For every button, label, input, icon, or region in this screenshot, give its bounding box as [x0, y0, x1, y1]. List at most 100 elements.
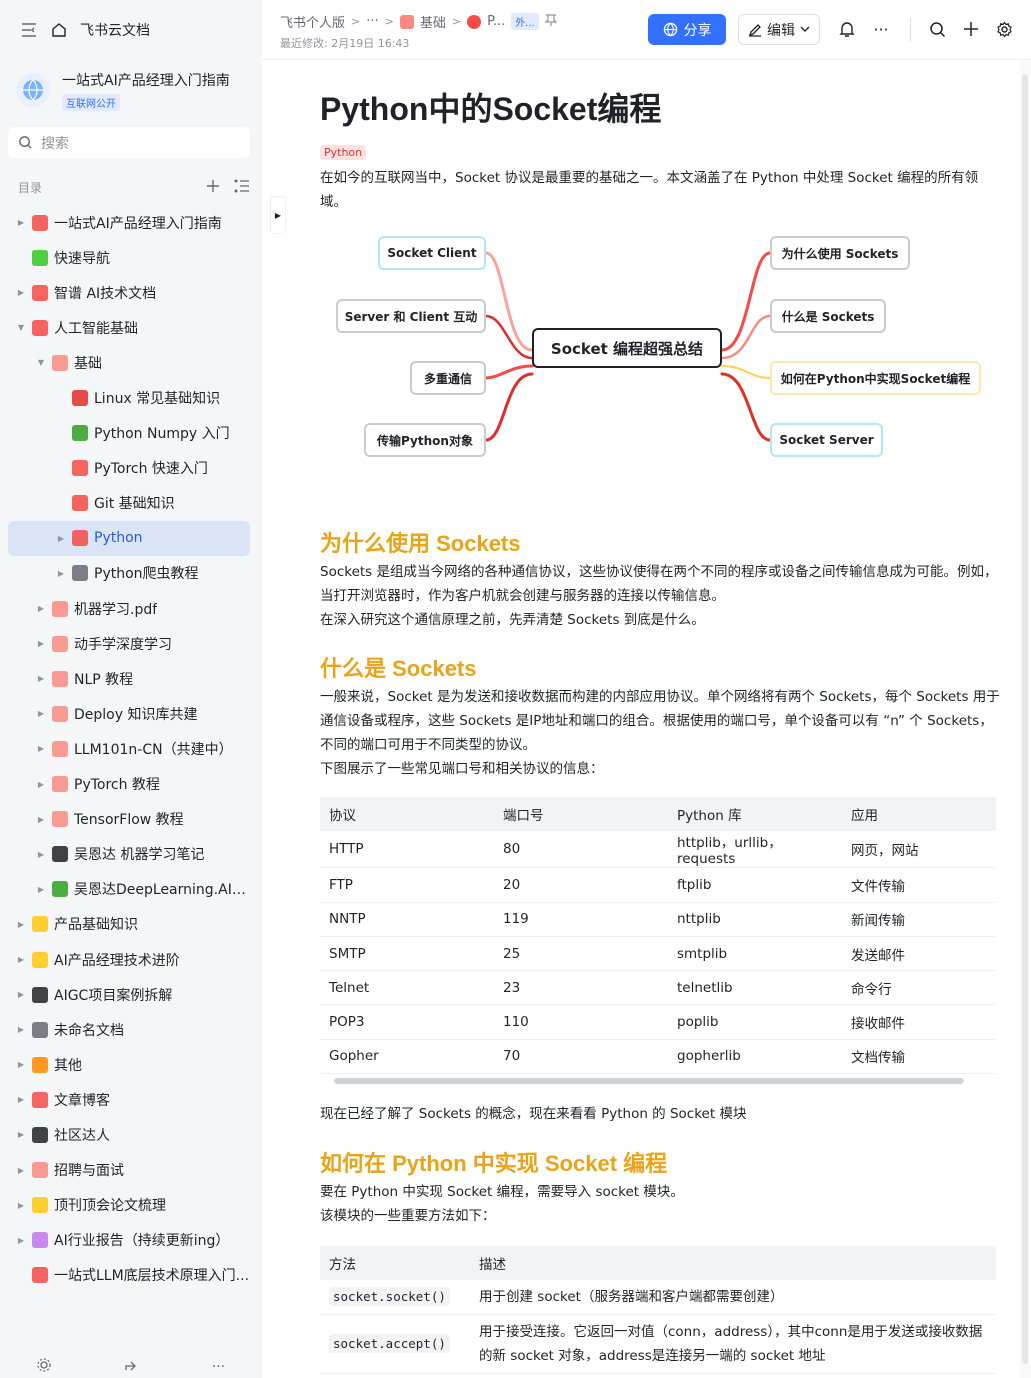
bell-icon[interactable]	[836, 18, 858, 40]
sidebar-item[interactable]: ▶ 社区达人	[8, 1117, 250, 1152]
chevron-down-icon[interactable]: ▼	[34, 358, 48, 367]
chevron-right-icon[interactable]: ▶	[34, 815, 48, 824]
sidebar-item[interactable]: Python Numpy 入门	[8, 416, 250, 451]
crumb-current[interactable]: P...	[487, 14, 505, 29]
expand-outline-button[interactable]: ▶	[270, 196, 286, 234]
sidebar-footer: ···	[0, 1356, 262, 1378]
list-options-icon[interactable]	[234, 179, 250, 196]
add-icon[interactable]	[960, 18, 982, 40]
crumb-more[interactable]: ···	[366, 14, 378, 29]
sidebar-item[interactable]: ▶ Deploy 知识库共建	[8, 696, 250, 731]
chevron-right-icon[interactable]: ▶	[34, 850, 48, 859]
sidebar-item[interactable]: ▶ AI行业报告（持续更新ing）	[8, 1223, 250, 1258]
sidebar-item-label: Linux 常见基础知识	[94, 391, 221, 408]
settings-icon[interactable]	[37, 1358, 51, 1376]
sidebar-item[interactable]: ▶ AIGC项目案例拆解	[8, 977, 250, 1012]
search-input[interactable]: 搜索	[8, 127, 250, 158]
sidebar-item[interactable]: ▶ Python	[8, 520, 250, 556]
sidebar-item[interactable]: ▶ 动手学深度学习	[8, 626, 250, 661]
chevron-right-icon[interactable]: ▶	[14, 1166, 28, 1175]
scrollbar-thumb[interactable]	[1022, 74, 1028, 1364]
sidebar-item[interactable]: ▶ 吴恩达DeepLearning.AI课...	[8, 872, 250, 907]
chevron-right-icon[interactable]: ▶	[34, 709, 48, 718]
mindmap-node[interactable]: 传输Python对象	[364, 423, 486, 457]
chevron-right-icon[interactable]: ▶	[14, 955, 28, 964]
chevron-right-icon[interactable]: ▶	[34, 639, 48, 648]
sidebar-item[interactable]: ▶ AI产品经理技术进阶	[8, 942, 250, 977]
scrollbar-thumb[interactable]	[334, 1078, 964, 1085]
sidebar-item[interactable]: ▶ 顶刊顶会论文梳理	[8, 1188, 250, 1223]
crumb-root[interactable]: 飞书个人版	[280, 12, 345, 31]
sidebar-item[interactable]: ▶ 一站式AI产品经理入门指南	[8, 205, 250, 240]
chevron-right-icon[interactable]: ▶	[54, 534, 68, 543]
mindmap-node[interactable]: Server 和 Client 互动	[336, 299, 486, 333]
home-label[interactable]: 飞书云文档	[80, 20, 150, 40]
sidebar-item[interactable]: ▶ 其他	[8, 1047, 250, 1082]
chevron-right-icon[interactable]: ▶	[14, 1025, 28, 1034]
chevron-right-icon[interactable]: ▶	[14, 1060, 28, 1069]
home-icon[interactable]	[50, 21, 68, 39]
sidebar-item[interactable]: Linux 常见基础知识	[8, 380, 250, 415]
mindmap-node[interactable]: 如何在Python中实现Socket编程	[770, 361, 981, 395]
page-scrollbar[interactable]	[1019, 60, 1031, 1378]
chevron-right-icon[interactable]: ▶	[14, 1095, 28, 1104]
chevron-right-icon[interactable]: ▶	[34, 674, 48, 683]
workspace-header[interactable]: 一站式AI产品经理入门指南 互联网公开	[16, 64, 250, 116]
chevron-down-icon[interactable]: ▼	[14, 323, 28, 332]
chevron-right-icon[interactable]: ▶	[14, 218, 28, 227]
chevron-right-icon[interactable]: ▶	[54, 569, 68, 578]
sidebar-item[interactable]: 快速导航	[8, 240, 250, 275]
settings-icon[interactable]	[993, 18, 1015, 40]
crumb-parent[interactable]: 基础	[420, 12, 446, 31]
doc-tag[interactable]: Python	[320, 145, 367, 160]
chevron-right-icon[interactable]: ▶	[14, 1236, 28, 1245]
sidebar-item[interactable]: ▶ Python爬虫教程	[8, 556, 250, 591]
sidebar-item[interactable]: ▶ LLM101n-CN（共建中）	[8, 731, 250, 766]
chevron-right-icon[interactable]: ▶	[14, 1130, 28, 1139]
sidebar-item[interactable]: ▶ 机器学习.pdf	[8, 591, 250, 626]
chevron-right-icon[interactable]: ▶	[14, 1201, 28, 1210]
sidebar-item[interactable]: ▶ 招聘与面试	[8, 1153, 250, 1188]
search-icon[interactable]	[926, 18, 948, 40]
chevron-right-icon[interactable]: ▶	[14, 920, 28, 929]
sidebar-item[interactable]: ▶ NLP 教程	[8, 661, 250, 696]
sidebar-item[interactable]: ▶ 文章博客	[8, 1082, 250, 1117]
add-icon[interactable]	[206, 179, 220, 196]
mindmap-node[interactable]: 为什么使用 Sockets	[770, 236, 910, 270]
sidebar-item[interactable]: ▶ 产品基础知识	[8, 907, 250, 942]
chevron-right-icon[interactable]: ▶	[34, 604, 48, 613]
chevron-right-icon[interactable]: ▶	[14, 288, 28, 297]
chevron-right-icon[interactable]: ▶	[34, 885, 48, 894]
mindmap-center-node[interactable]: Socket 编程超强总结	[532, 328, 722, 368]
sidebar-item[interactable]: ▶ 吴恩达 机器学习笔记	[8, 837, 250, 872]
sidebar-item[interactable]: PyTorch 快速入门	[8, 451, 250, 486]
sidebar-item-label: 快速导航	[54, 250, 110, 267]
chevron-right-icon[interactable]: ▶	[34, 744, 48, 753]
sidebar-item[interactable]: ▼ 基础	[8, 345, 250, 380]
mindmap-node[interactable]: 多重通信	[410, 361, 486, 395]
collapse-sidebar-icon[interactable]	[20, 21, 38, 39]
column-header: 方法	[329, 1257, 356, 1274]
sidebar-item[interactable]: ▶ 未命名文档	[8, 1012, 250, 1047]
mindmap-node[interactable]: 什么是 Sockets	[770, 299, 886, 333]
workspace-tag: 互联网公开	[62, 93, 120, 111]
more-options-icon[interactable]: ···	[870, 18, 892, 40]
share-out-icon[interactable]	[124, 1358, 138, 1376]
mindmap-node[interactable]: Socket Client	[378, 236, 486, 270]
more-icon[interactable]: ···	[212, 1359, 225, 1375]
share-button[interactable]: 分享	[648, 14, 726, 45]
edit-label: 编辑	[767, 22, 795, 39]
chevron-right-icon[interactable]: ▶	[34, 780, 48, 789]
sidebar-item[interactable]: Git 基础知识	[8, 486, 250, 521]
sidebar-item[interactable]: 一站式LLM底层技术原理入门...	[8, 1258, 250, 1293]
table-horizontal-scrollbar[interactable]	[320, 1074, 996, 1088]
pin-icon[interactable]	[544, 13, 558, 31]
sidebar-item[interactable]: ▶ 智谱 AI技术文档	[8, 275, 250, 310]
table-cell: SMTP	[329, 945, 366, 962]
edit-mode-dropdown[interactable]: 编辑	[738, 14, 820, 45]
sidebar-item[interactable]: ▶ PyTorch 教程	[8, 767, 250, 802]
chevron-right-icon[interactable]: ▶	[14, 990, 28, 999]
sidebar-item[interactable]: ▶ TensorFlow 教程	[8, 802, 250, 837]
sidebar-item[interactable]: ▼ 人工智能基础	[8, 310, 250, 345]
mindmap-node[interactable]: Socket Server	[770, 423, 883, 457]
